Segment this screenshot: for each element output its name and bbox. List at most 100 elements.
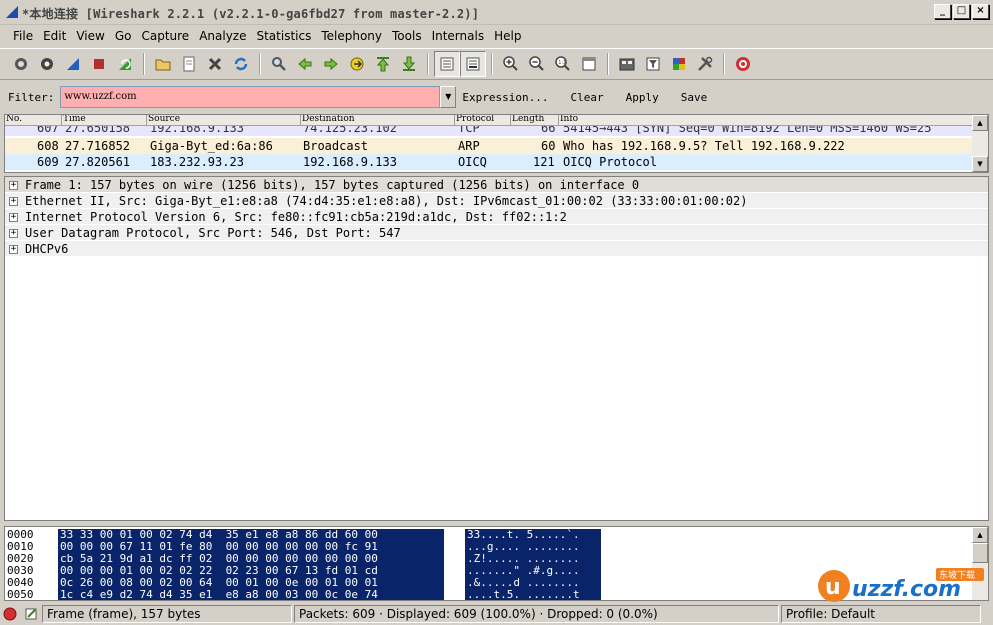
find-icon[interactable]: [266, 51, 292, 77]
save-filter-button[interactable]: Save: [681, 91, 708, 104]
packet-protocol: ARP: [458, 139, 480, 153]
zoom-out-icon[interactable]: [524, 51, 550, 77]
status-profile[interactable]: Profile: Default: [781, 605, 981, 623]
menu-help[interactable]: Help: [489, 29, 526, 43]
expression-button[interactable]: Expression...: [462, 91, 548, 104]
packet-row[interactable]: 608 27.716852 Giga-Byt_ed:6a:86 Broadcas…: [5, 138, 973, 154]
col-no[interactable]: No.: [5, 115, 62, 125]
go-back-icon[interactable]: [292, 51, 318, 77]
go-last-icon[interactable]: [396, 51, 422, 77]
expand-icon[interactable]: +: [9, 229, 18, 238]
detail-row-ethernet[interactable]: + Ethernet II, Src: Giga-Byt_e1:e8:a8 (74…: [5, 193, 988, 209]
packet-list-header: No. Time Source Destination Protocol Len…: [5, 115, 973, 126]
minimize-button[interactable]: _: [934, 4, 951, 19]
display-filters-icon[interactable]: [640, 51, 666, 77]
col-length[interactable]: Length: [511, 115, 559, 125]
expert-info-icon[interactable]: [0, 605, 20, 623]
options-icon[interactable]: [34, 51, 60, 77]
window-title: *本地连接 [Wireshark 2.2.1 (v2.2.1-0-ga6fbd2…: [22, 7, 480, 21]
packet-time: 27.716852: [65, 139, 131, 153]
scroll-up-icon[interactable]: ▲: [972, 115, 988, 131]
filter-bar: Filter: www.uzzf.com ▼ Expression... Cle…: [0, 82, 993, 112]
col-destination[interactable]: Destination: [301, 115, 455, 125]
expand-icon[interactable]: +: [9, 213, 18, 222]
packet-length: 60: [541, 139, 556, 153]
scroll-thumb[interactable]: [972, 543, 988, 563]
normal-size-icon[interactable]: 1:1: [550, 51, 576, 77]
hex-bytes: 1c c4 e9 d2 74 d4 35 e1 e8 a8 00 03 00 0…: [58, 589, 444, 600]
menu-view[interactable]: View: [71, 29, 109, 43]
restart-capture-icon[interactable]: [112, 51, 138, 77]
save-file-icon[interactable]: [176, 51, 202, 77]
go-first-icon[interactable]: [370, 51, 396, 77]
start-capture-icon[interactable]: [60, 51, 86, 77]
coloring-rules-icon[interactable]: [666, 51, 692, 77]
packet-row[interactable]: 609 27.820561 183.232.93.23 192.168.9.13…: [5, 154, 973, 170]
packet-details: + Frame 1: 157 bytes on wire (1256 bits),…: [4, 176, 989, 521]
apply-button[interactable]: Apply: [626, 91, 659, 104]
menu-capture[interactable]: Capture: [136, 29, 194, 43]
status-frame: Frame (frame), 157 bytes: [42, 605, 292, 623]
filter-input[interactable]: www.uzzf.com: [60, 86, 441, 108]
detail-row-dhcpv6[interactable]: + DHCPv6: [5, 241, 988, 257]
scroll-up-icon[interactable]: ▲: [972, 527, 988, 543]
hex-offset: 0050: [7, 588, 34, 601]
interfaces-icon[interactable]: [8, 51, 34, 77]
menu-edit[interactable]: Edit: [38, 29, 71, 43]
menu-analyze[interactable]: Analyze: [194, 29, 251, 43]
stop-capture-icon[interactable]: [86, 51, 112, 77]
go-forward-icon[interactable]: [318, 51, 344, 77]
reload-icon[interactable]: [228, 51, 254, 77]
packet-length: 121: [533, 155, 555, 169]
col-source[interactable]: Source: [147, 115, 301, 125]
colorize-icon[interactable]: [434, 51, 460, 77]
close-file-icon[interactable]: [202, 51, 228, 77]
help-icon[interactable]: [730, 51, 756, 77]
clear-button[interactable]: Clear: [570, 91, 603, 104]
menu-tools[interactable]: Tools: [387, 29, 427, 43]
toolbar-separator: [607, 53, 609, 75]
toolbar-separator: [723, 53, 725, 75]
expand-icon[interactable]: +: [9, 181, 18, 190]
capture-comments-icon[interactable]: [20, 605, 42, 623]
menu-statistics[interactable]: Statistics: [251, 29, 316, 43]
maximize-button[interactable]: □: [953, 4, 970, 19]
toolbar-separator: [259, 53, 261, 75]
watermark-sub: 东坡下载: [939, 569, 975, 581]
col-protocol[interactable]: Protocol: [455, 115, 511, 125]
capture-filters-icon[interactable]: [614, 51, 640, 77]
menu-go[interactable]: Go: [110, 29, 137, 43]
open-file-icon[interactable]: [150, 51, 176, 77]
menu-telephony[interactable]: Telephony: [316, 29, 387, 43]
go-to-packet-icon[interactable]: [344, 51, 370, 77]
detail-row-udp[interactable]: + User Datagram Protocol, Src Port: 546, …: [5, 225, 988, 241]
packet-list: 607 27.650158 192.168.9.133 74.125.23.10…: [4, 114, 989, 173]
scroll-down-icon[interactable]: ▼: [972, 156, 988, 172]
close-button[interactable]: ×: [972, 4, 989, 19]
toolbar-separator: [491, 53, 493, 75]
chevron-down-icon[interactable]: ▼: [440, 86, 457, 108]
packet-list-scrollbar[interactable]: ▲ ▼: [972, 115, 988, 172]
toolbar-separator: [427, 53, 429, 75]
autoscroll-icon[interactable]: [460, 51, 486, 77]
detail-text: Internet Protocol Version 6, Src: fe80::…: [25, 210, 567, 224]
packet-info: OICQ Protocol: [563, 155, 657, 169]
toolbar-separator: [143, 53, 145, 75]
preferences-icon[interactable]: [692, 51, 718, 77]
title-bar: *本地连接 [Wireshark 2.2.1 (v2.2.1-0-ga6fbd2…: [0, 0, 993, 25]
col-info[interactable]: Info: [559, 115, 973, 125]
expand-icon[interactable]: +: [9, 245, 18, 254]
window-controls: _ □ ×: [934, 4, 989, 19]
menu-file[interactable]: File: [8, 29, 38, 43]
packet-source: 183.232.93.23: [150, 155, 244, 169]
packet-source: Giga-Byt_ed:6a:86: [150, 139, 273, 153]
detail-row-frame[interactable]: + Frame 1: 157 bytes on wire (1256 bits),…: [5, 177, 988, 193]
detail-row-ipv6[interactable]: + Internet Protocol Version 6, Src: fe80:…: [5, 209, 988, 225]
wireshark-fin-icon: [6, 6, 18, 18]
menu-internals[interactable]: Internals: [427, 29, 490, 43]
col-time[interactable]: Time: [62, 115, 147, 125]
expand-icon[interactable]: +: [9, 197, 18, 206]
resize-columns-icon[interactable]: [576, 51, 602, 77]
zoom-in-icon[interactable]: [498, 51, 524, 77]
packet-protocol: OICQ: [458, 155, 487, 169]
